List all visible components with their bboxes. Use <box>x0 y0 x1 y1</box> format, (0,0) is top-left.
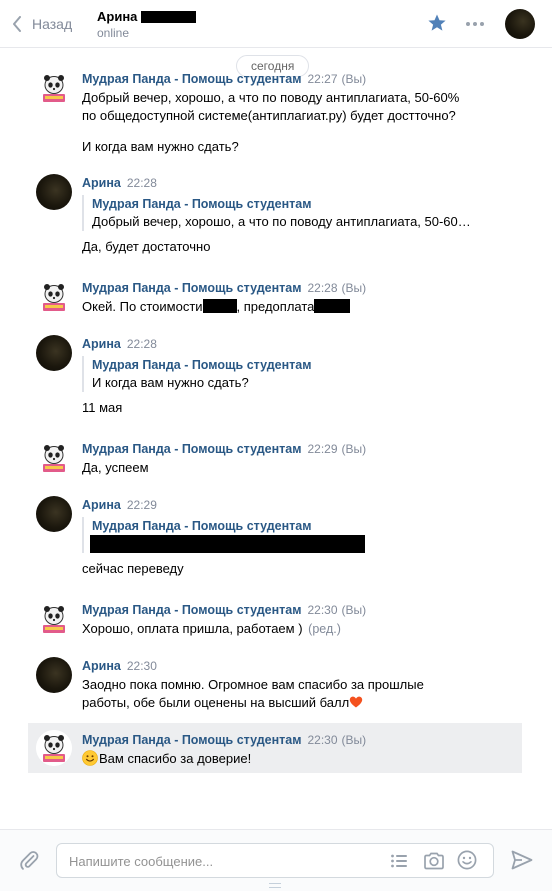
message-author[interactable]: Арина <box>82 659 121 673</box>
peer-avatar[interactable] <box>505 9 535 39</box>
more-icon[interactable] <box>464 14 486 34</box>
message-text: Вам спасибо за доверие! <box>82 750 522 768</box>
redacted-surname <box>141 10 197 23</box>
message: Арина 22:28 Мудрая Панда - Помощь студент… <box>28 174 522 264</box>
smile-emoji-icon <box>82 750 98 766</box>
send-icon[interactable] <box>511 850 533 870</box>
message: Мудрая Панда - Помощь студентам 22:27 (Вы)… <box>28 70 522 160</box>
dark-avatar[interactable] <box>36 335 72 371</box>
redacted-price <box>202 299 237 313</box>
message: Арина 22:28 Мудрая Панда - Помощь студент… <box>28 335 522 425</box>
message-text: Окей. По стоимости , предоплата <box>82 298 522 316</box>
back-label: Назад <box>32 16 73 32</box>
reply-quote[interactable]: Мудрая Панда - Помощь студентам И когда … <box>82 356 522 392</box>
own-mark: (Вы) <box>341 603 367 617</box>
peer-name-text: Арина <box>97 9 138 24</box>
message-author[interactable]: Арина <box>82 498 121 512</box>
message-line-empty <box>82 125 522 138</box>
panda-avatar[interactable] <box>36 440 72 476</box>
message-text-body: Вам спасибо за доверие! <box>99 751 252 766</box>
dark-avatar[interactable] <box>36 174 72 210</box>
message-line: И когда вам нужно сдать? <box>82 139 239 154</box>
peer-status: online <box>97 26 130 40</box>
message-text: Заодно пока помню. Огромное вам спасибо … <box>82 676 522 712</box>
quote-author: Мудрая Панда - Помощь студентам <box>92 519 312 533</box>
message: Мудрая Панда - Помощь студентам 22:29 (Вы)… <box>28 440 522 484</box>
message-author[interactable]: Арина <box>82 337 121 351</box>
panda-avatar[interactable] <box>36 601 72 637</box>
message-author[interactable]: Мудрая Панда - Помощь студентам <box>82 603 301 617</box>
quote-author: Мудрая Панда - Помощь студентам <box>92 197 312 211</box>
message-text-body: Хорошо, оплата пришла, работаем ) <box>82 621 303 636</box>
message-text: Да, будет достаточно <box>82 239 211 254</box>
message-input[interactable] <box>69 852 369 870</box>
back-button[interactable]: Назад <box>12 12 72 36</box>
message-text: Хорошо, оплата пришла, работаем ) (ред.) <box>82 620 522 638</box>
message-line: Заодно пока помню. Огромное вам спасибо … <box>82 677 424 692</box>
message: Мудрая Панда - Помощь студентам 22:30 (Вы)… <box>28 601 522 645</box>
message: Арина 22:30 Заодно пока помню. Огромное в… <box>28 657 522 715</box>
message-highlighted: Мудрая Панда - Помощь студентам 22:30 (Вы)… <box>28 723 522 773</box>
peer-name[interactable]: Арина <box>97 9 197 24</box>
message-time[interactable]: 22:28 <box>127 176 157 190</box>
quote-author: Мудрая Панда - Помощь студентам <box>92 358 312 372</box>
message-text-part: , предоплата <box>236 299 315 314</box>
message: Мудрая Панда - Помощь студентам 22:28 (Вы)… <box>28 279 522 323</box>
message-input-box[interactable] <box>56 843 494 878</box>
message-line: работы, обе были оценены на высший балл <box>82 695 350 710</box>
message-time[interactable]: 22:30 <box>127 659 157 673</box>
message: Арина 22:29 Мудрая Панда - Помощь студент… <box>28 496 522 586</box>
camera-icon[interactable] <box>423 851 445 871</box>
message-composer <box>0 829 552 891</box>
own-mark: (Вы) <box>341 733 367 747</box>
star-icon[interactable] <box>427 13 447 33</box>
edited-mark[interactable]: (ред.) <box>308 622 341 636</box>
message-time[interactable]: 22:30 <box>307 733 337 747</box>
reply-quote[interactable]: Мудрая Панда - Помощь студентам <box>82 517 522 553</box>
panda-avatar[interactable] <box>36 279 72 315</box>
paperclip-icon[interactable] <box>18 849 40 871</box>
message-time[interactable]: 22:29 <box>127 498 157 512</box>
template-list-icon[interactable] <box>390 852 408 870</box>
message-time[interactable]: 22:29 <box>307 442 337 456</box>
message-author[interactable]: Мудрая Панда - Помощь студентам <box>82 733 301 747</box>
message-line: Добрый вечер, хорошо, а что по поводу ан… <box>82 90 460 105</box>
dark-avatar[interactable] <box>36 657 72 693</box>
own-mark: (Вы) <box>341 72 367 86</box>
redacted-prepayment <box>314 299 351 313</box>
quote-text: Добрый вечер, хорошо, а что по поводу ан… <box>92 214 471 229</box>
reply-quote[interactable]: Мудрая Панда - Помощь студентам Добрый в… <box>82 195 522 231</box>
message-author[interactable]: Мудрая Панда - Помощь студентам <box>82 72 301 86</box>
message-author[interactable]: Мудрая Панда - Помощь студентам <box>82 442 301 456</box>
quote-text: И когда вам нужно сдать? <box>92 375 249 390</box>
redacted-quote-text <box>90 535 522 553</box>
message-line: по общедоступной системе(антиплагиат.ру)… <box>82 108 456 123</box>
heart-icon <box>349 696 363 708</box>
message-time[interactable]: 22:28 <box>127 337 157 351</box>
panda-avatar[interactable] <box>36 70 72 106</box>
dark-avatar[interactable] <box>36 496 72 532</box>
chevron-left-icon <box>13 16 21 32</box>
message-line-with-emoji: работы, обе были оценены на высший балл <box>82 694 522 712</box>
message-text-part: Окей. По стоимости <box>82 299 203 314</box>
message-text: Да, успеем <box>82 460 149 475</box>
message-text: сейчас переведу <box>82 561 184 576</box>
message-author[interactable]: Мудрая Панда - Помощь студентам <box>82 281 301 295</box>
message-time[interactable]: 22:30 <box>307 603 337 617</box>
redacted-block <box>90 535 365 553</box>
message-text: Добрый вечер, хорошо, а что по поводу ан… <box>82 89 522 156</box>
own-mark: (Вы) <box>341 442 367 456</box>
emoji-icon[interactable] <box>457 850 477 870</box>
own-mark: (Вы) <box>341 281 367 295</box>
chat-header: Назад Арина online <box>0 0 552 48</box>
message-author[interactable]: Арина <box>82 176 121 190</box>
message-time[interactable]: 22:27 <box>307 72 337 86</box>
panda-avatar[interactable] <box>36 730 72 766</box>
message-text: 11 мая <box>82 400 123 415</box>
message-time[interactable]: 22:28 <box>307 281 337 295</box>
resize-handle[interactable] <box>269 883 281 888</box>
